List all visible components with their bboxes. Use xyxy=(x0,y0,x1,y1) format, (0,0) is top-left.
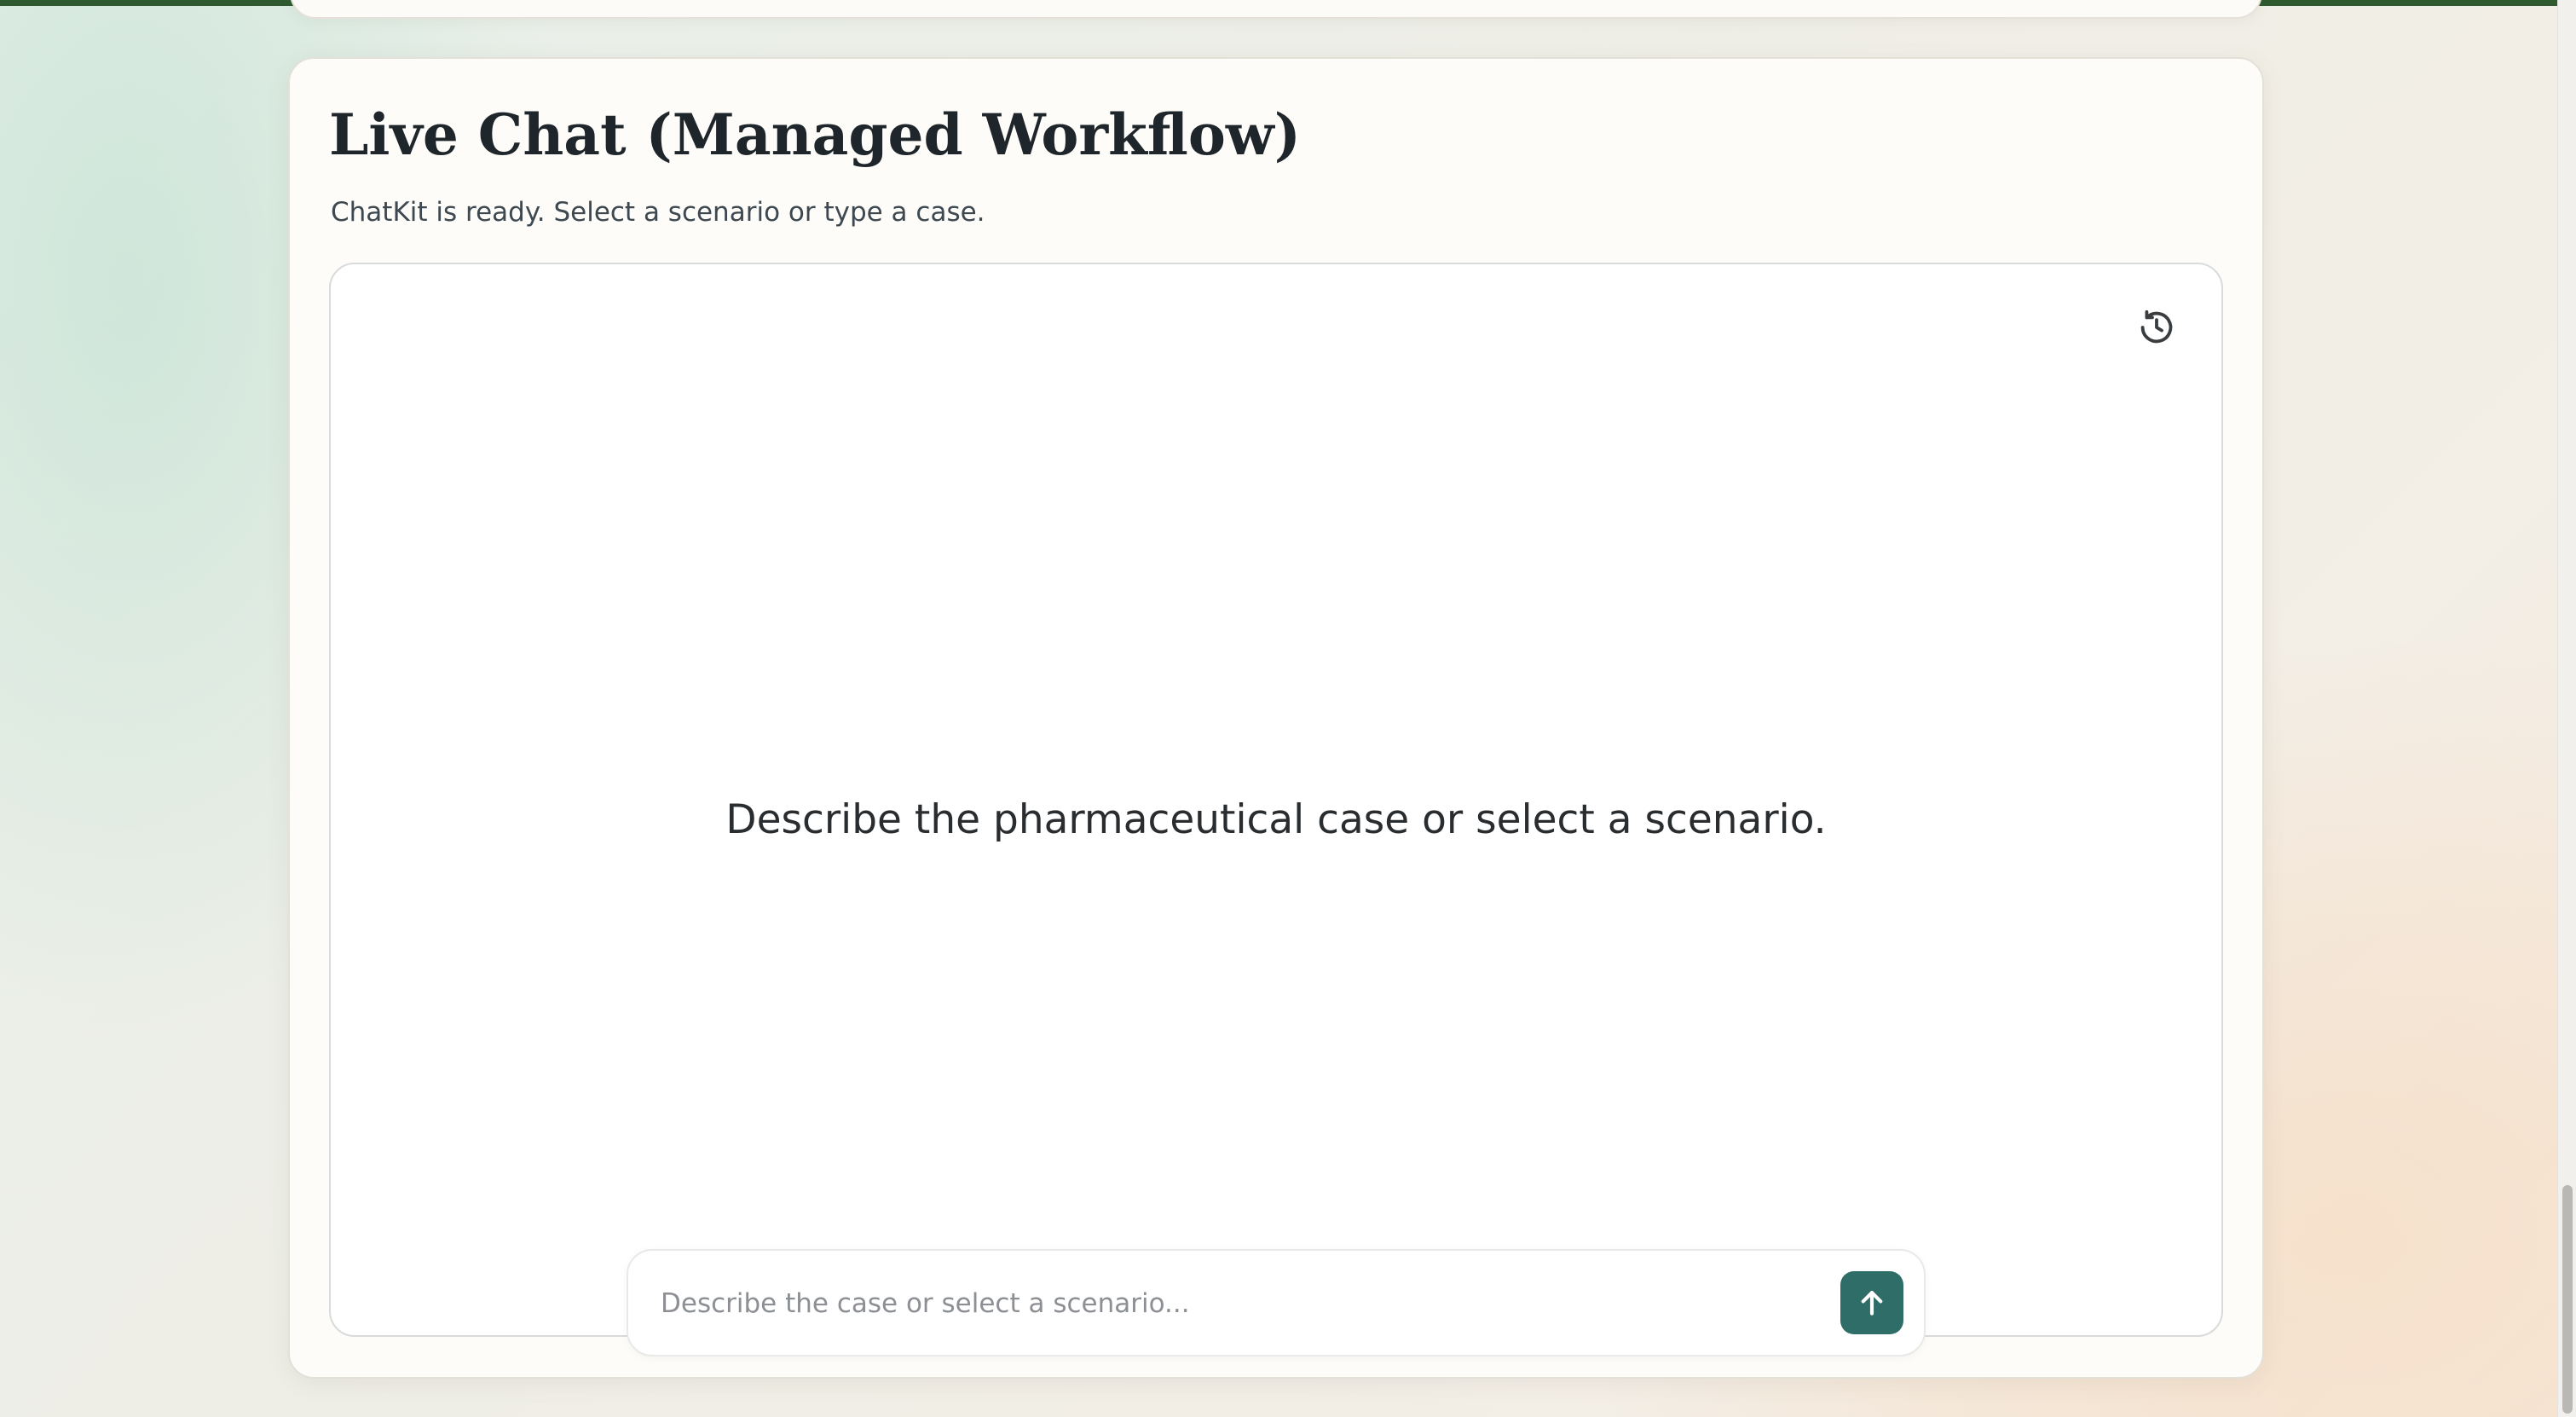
page-scrollbar[interactable] xyxy=(2557,0,2576,1417)
arrow-up-icon xyxy=(1861,1291,1883,1316)
previous-section-card xyxy=(290,0,2262,19)
history-button[interactable] xyxy=(2131,302,2182,353)
live-chat-card: Live Chat (Managed Workflow) ChatKit is … xyxy=(288,57,2264,1379)
chat-input[interactable] xyxy=(661,1276,1837,1331)
send-button[interactable] xyxy=(1840,1271,1903,1334)
scrollbar-thumb[interactable] xyxy=(2562,1185,2573,1414)
page-title: Live Chat (Managed Workflow) xyxy=(329,101,1301,168)
empty-state-prompt: Describe the pharmaceutical case or sele… xyxy=(725,796,1827,843)
chat-composer xyxy=(627,1249,1926,1356)
chat-status-text: ChatKit is ready. Select a scenario or t… xyxy=(331,197,985,228)
chat-panel: Describe the pharmaceutical case or sele… xyxy=(329,263,2223,1356)
history-icon xyxy=(2140,309,2173,344)
